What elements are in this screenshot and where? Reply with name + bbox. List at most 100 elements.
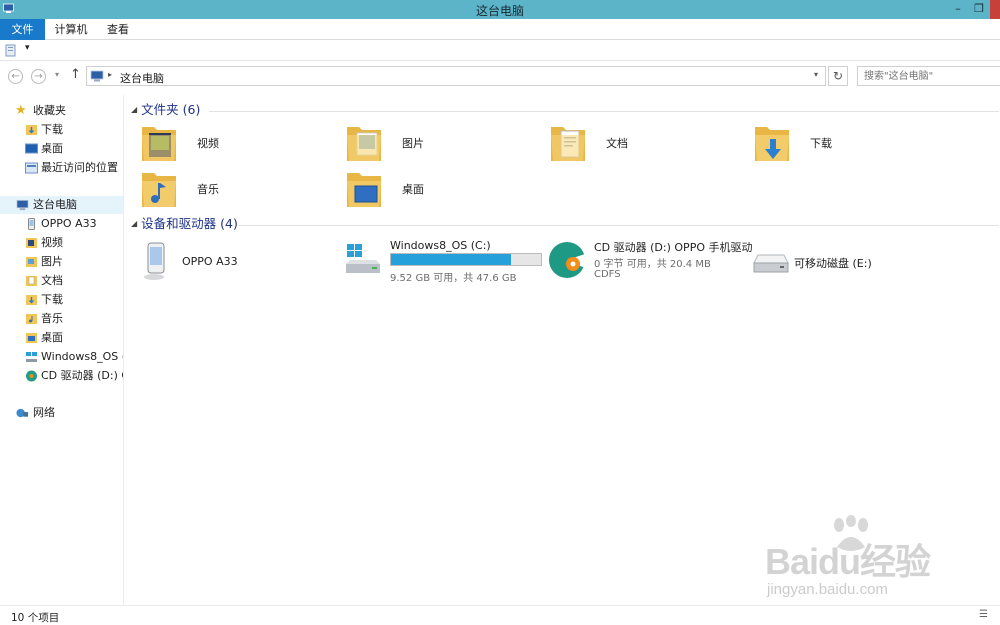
sidebar-item-desktop[interactable]: 桌面 — [0, 140, 123, 158]
folder-label: 文档 — [606, 137, 628, 150]
sidebar-item-this-pc[interactable]: 这台电脑 — [0, 196, 123, 214]
sidebar-item-label: OPPO A33 — [41, 217, 97, 230]
drive-usage-bar — [390, 253, 542, 266]
forward-button[interactable]: → — [31, 69, 46, 84]
device-item-oppo[interactable]: OPPO A33 — [140, 241, 340, 285]
sidebar-item-label: 网络 — [33, 406, 55, 419]
sidebar-item-label: 视频 — [41, 236, 63, 249]
group-header-devices[interactable]: ◢ 设备和驱动器 (4) — [131, 215, 238, 233]
customize-qat-icon[interactable]: ▾ — [25, 43, 30, 53]
sidebar-item-label: 收藏夹 — [33, 104, 66, 117]
sidebar-item-cd-drive[interactable]: CD 驱动器 (D:) OP — [0, 367, 123, 385]
folder-label: 桌面 — [402, 183, 424, 196]
computer-icon — [16, 199, 29, 211]
tab-computer[interactable]: 计算机 — [48, 19, 94, 40]
navigation-pane: ★ 收藏夹 下载 桌面 最近访问的位置 这台电脑 OPPO A33 视频 图片 … — [0, 95, 124, 605]
group-divider — [238, 225, 999, 226]
recent-places-icon — [25, 162, 38, 174]
sidebar-item-documents[interactable]: 文档 — [0, 272, 123, 290]
network-icon — [16, 408, 29, 418]
device-item-removable[interactable]: 可移动磁盘 (E:) — [752, 241, 952, 285]
group-title: 文件夹 (6) — [141, 102, 201, 117]
folder-label: 音乐 — [197, 183, 219, 196]
device-name: Windows8_OS (C:) — [390, 239, 491, 252]
details-view-icon[interactable]: ☰ — [979, 609, 988, 620]
star-icon: ★ — [15, 103, 27, 118]
sidebar-item-label: 音乐 — [41, 312, 63, 325]
title-bar: 这台电脑 – ❐ — [0, 0, 1000, 19]
tab-file[interactable]: 文件 — [0, 19, 45, 40]
search-box[interactable] — [857, 66, 1000, 86]
close-button[interactable] — [990, 0, 1000, 19]
sidebar-item-oppo[interactable]: OPPO A33 — [0, 215, 123, 233]
recent-locations-icon[interactable]: ▾ — [55, 70, 59, 79]
desktop-folder-icon — [26, 333, 37, 343]
sidebar-item-pictures[interactable]: 图片 — [0, 253, 123, 271]
drive-space: 9.52 GB 可用，共 47.6 GB — [390, 273, 517, 284]
address-dropdown-icon[interactable]: ▾ — [814, 70, 818, 79]
refresh-button[interactable]: ↻ — [828, 66, 848, 86]
folder-item-documents[interactable]: 文档 — [549, 121, 749, 165]
sidebar-item-recent-places[interactable]: 最近访问的位置 — [0, 159, 123, 177]
up-button[interactable]: ↑ — [70, 67, 81, 82]
sidebar-item-network[interactable]: 网络 — [0, 404, 123, 422]
sidebar-item-downloads-pc[interactable]: 下载 — [0, 291, 123, 309]
address-bar[interactable]: ▸ 这台电脑 — [86, 66, 826, 86]
properties-icon[interactable] — [5, 44, 17, 57]
cd-drive-icon — [549, 242, 587, 278]
pictures-folder-icon — [347, 127, 381, 161]
breadcrumb-this-pc[interactable]: 这台电脑 — [120, 70, 164, 86]
breadcrumb-separator-icon[interactable]: ▸ — [108, 70, 112, 79]
phone-icon — [144, 242, 165, 280]
sidebar-item-favorites[interactable]: ★ 收藏夹 — [0, 102, 123, 120]
tab-view[interactable]: 查看 — [100, 19, 136, 40]
folder-item-music[interactable]: 音乐 — [140, 167, 340, 211]
back-button[interactable]: ← — [8, 69, 23, 84]
restore-button[interactable]: ❐ — [970, 0, 988, 19]
sidebar-item-label: CD 驱动器 (D:) OP — [41, 369, 123, 382]
download-folder-icon — [755, 127, 789, 161]
baidu-watermark: Baidu经验 jingyan.baidu.com — [755, 515, 950, 610]
folder-item-pictures[interactable]: 图片 — [345, 121, 545, 165]
pictures-folder-icon — [26, 257, 37, 267]
drive-filesystem: CDFS — [594, 269, 621, 280]
removable-disk-icon — [753, 254, 789, 273]
sidebar-item-label: 桌面 — [41, 331, 63, 344]
watermark-url: jingyan.baidu.com — [767, 581, 888, 598]
sidebar-item-label: 下载 — [41, 293, 63, 306]
device-item-cd-drive[interactable]: CD 驱动器 (D:) OPPO 手机驱动 0 字节 可用，共 20.4 MB … — [548, 238, 752, 282]
drive-space: 0 字节 可用，共 20.4 MB — [594, 259, 711, 270]
address-row: ← → ▾ ↑ ▸ 这台电脑 ▾ ↻ — [0, 62, 1000, 90]
sidebar-item-downloads[interactable]: 下载 — [0, 121, 123, 139]
collapse-chevron-icon[interactable]: ◢ — [131, 105, 137, 114]
sidebar-item-music[interactable]: 音乐 — [0, 310, 123, 328]
window-title: 这台电脑 — [475, 4, 524, 18]
videos-folder-icon — [142, 127, 176, 161]
folder-item-videos[interactable]: 视频 — [140, 121, 340, 165]
item-count: 10 个项目 — [11, 612, 60, 624]
minimize-button[interactable]: – — [949, 0, 967, 19]
sidebar-item-drive-c[interactable]: Windows8_OS (C: — [0, 348, 123, 366]
device-item-drive-c[interactable]: Windows8_OS (C:) 9.52 GB 可用，共 47.6 GB — [344, 238, 544, 284]
sidebar-item-desktop-pc[interactable]: 桌面 — [0, 329, 123, 347]
music-folder-icon — [142, 173, 176, 207]
collapse-chevron-icon[interactable]: ◢ — [131, 219, 137, 228]
documents-folder-icon — [551, 127, 585, 161]
device-name: 可移动磁盘 (E:) — [794, 257, 872, 270]
sidebar-item-videos[interactable]: 视频 — [0, 234, 123, 252]
search-input[interactable] — [864, 67, 994, 85]
group-header-folders[interactable]: ◢ 文件夹 (6) — [131, 101, 200, 119]
folder-label: 下载 — [810, 137, 832, 150]
sidebar-item-label: 这台电脑 — [33, 198, 77, 211]
download-folder-icon — [26, 295, 37, 305]
sidebar-item-label: 桌面 — [41, 142, 63, 155]
folder-item-desktop[interactable]: 桌面 — [345, 167, 545, 211]
cd-drive-icon — [26, 370, 37, 382]
phone-icon — [28, 218, 35, 230]
watermark-logo-text: Baidu经验 — [765, 541, 931, 582]
music-folder-icon — [26, 314, 37, 324]
device-name: CD 驱动器 (D:) OPPO 手机驱动 — [594, 241, 753, 254]
sidebar-item-label: 下载 — [41, 123, 63, 136]
folder-item-downloads[interactable]: 下载 — [753, 121, 953, 165]
folder-label: 视频 — [197, 137, 219, 150]
